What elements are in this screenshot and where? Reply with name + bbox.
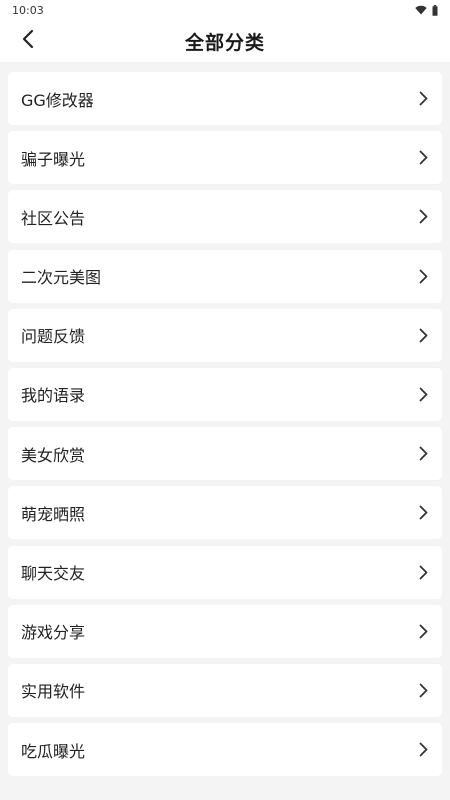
category-item[interactable]: 美女欣赏: [8, 427, 442, 481]
category-item[interactable]: GG修改器: [8, 72, 442, 125]
category-item[interactable]: 二次元美图: [8, 249, 442, 303]
page-title: 全部分类: [184, 31, 265, 54]
category-label: 社区公告: [21, 208, 86, 228]
chevron-right-icon: [419, 683, 428, 698]
category-label: 二次元美图: [21, 268, 102, 288]
category-label: 聊天交友: [21, 564, 86, 583]
chevron-right-icon: [419, 269, 428, 284]
category-item[interactable]: 社区公告: [8, 190, 442, 244]
status-icons: [415, 4, 438, 16]
category-item[interactable]: 吃瓜曝光: [8, 723, 442, 777]
category-label: 骗子曝光: [21, 149, 86, 169]
category-label: 游戏分享: [21, 623, 86, 643]
back-button[interactable]: [8, 20, 48, 62]
category-label: 实用软件: [21, 682, 86, 702]
category-label: GG修改器: [21, 90, 94, 110]
chevron-right-icon: [419, 328, 428, 343]
chevron-right-icon: [419, 742, 428, 757]
chevron-right-icon: [419, 209, 428, 224]
screen: 10:03 全部分类 GG修改器 骗子曝光 社区公告 二次元美图 问题反馈 我的…: [0, 0, 450, 800]
category-item[interactable]: 萌宠晒照: [8, 486, 442, 540]
chevron-right-icon: [419, 91, 428, 106]
chevron-right-icon: [419, 446, 428, 461]
category-list: GG修改器骗子曝光社区公告二次元美图问题反馈我的语录美女欣赏萌宠晒照聊天交友游戏…: [0, 62, 450, 777]
chevron-right-icon: [419, 387, 428, 402]
category-item[interactable]: 实用软件: [8, 663, 442, 717]
app-header: 全部分类: [0, 20, 450, 62]
chevron-right-icon: [419, 505, 428, 520]
category-label: 萌宠晒照: [21, 504, 86, 524]
category-label: 我的语录: [21, 386, 86, 406]
status-time: 10:03: [12, 3, 44, 17]
status-bar: 10:03: [0, 0, 450, 20]
category-label: 美女欣赏: [21, 445, 86, 465]
chevron-right-icon: [419, 150, 428, 165]
chevron-left-icon: [22, 29, 34, 53]
battery-icon: [432, 4, 438, 16]
category-label: 吃瓜曝光: [21, 741, 86, 761]
category-item[interactable]: 我的语录: [8, 367, 442, 421]
category-item[interactable]: 骗子曝光: [8, 131, 442, 185]
chevron-right-icon: [419, 624, 428, 639]
chevron-right-icon: [419, 565, 428, 580]
category-item[interactable]: 聊天交友: [8, 545, 442, 599]
category-item[interactable]: 问题反馈: [8, 308, 442, 362]
category-item[interactable]: 游戏分享: [8, 604, 442, 658]
wifi-icon: [415, 5, 427, 15]
category-label: 问题反馈: [21, 327, 86, 347]
